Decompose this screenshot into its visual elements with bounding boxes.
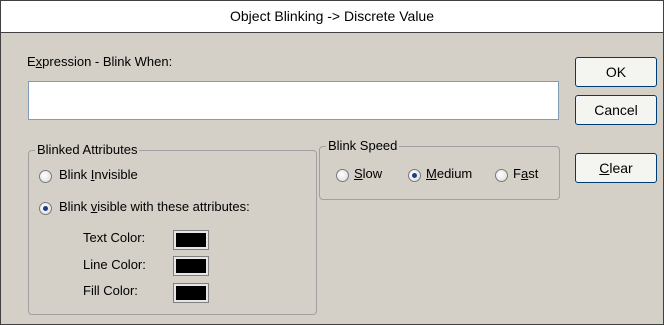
expression-input[interactable] [28,81,559,120]
ok-button[interactable]: OK [575,57,657,87]
medium-label[interactable]: Medium [426,166,472,181]
title-bar: Object Blinking -> Discrete Value [1,1,663,33]
blinked-attributes-label: Blinked Attributes [35,142,140,157]
text-color-label: Text Color: [83,230,146,245]
blink-visible-radio[interactable] [39,202,52,215]
fast-radio[interactable] [495,169,508,182]
blinked-attributes-group: Blinked Attributes Blink Invisible Blink… [28,142,317,315]
medium-radio[interactable] [408,169,421,182]
slow-radio[interactable] [336,169,349,182]
expression-label: Expression - Blink When: [27,54,173,69]
text-color-swatch[interactable] [173,230,209,250]
blink-speed-label: Blink Speed [326,138,400,153]
blink-invisible-radio[interactable] [39,170,52,183]
cancel-button[interactable]: Cancel [575,95,657,125]
blink-invisible-label[interactable]: Blink Invisible [59,167,138,182]
fast-label[interactable]: Fast [513,166,538,181]
dialog-title: Object Blinking -> Discrete Value [230,8,434,24]
blink-speed-group: Blink Speed Slow Medium Fast [319,138,560,200]
fill-color-label: Fill Color: [83,283,138,298]
fill-color-swatch[interactable] [173,283,209,303]
clear-button[interactable]: Clear [575,153,657,183]
blink-visible-label[interactable]: Blink visible with these attributes: [59,199,250,214]
line-color-label: Line Color: [83,257,146,272]
object-blinking-dialog: Object Blinking -> Discrete Value Expres… [0,0,664,325]
line-color-swatch[interactable] [173,256,209,276]
slow-label[interactable]: Slow [354,166,382,181]
